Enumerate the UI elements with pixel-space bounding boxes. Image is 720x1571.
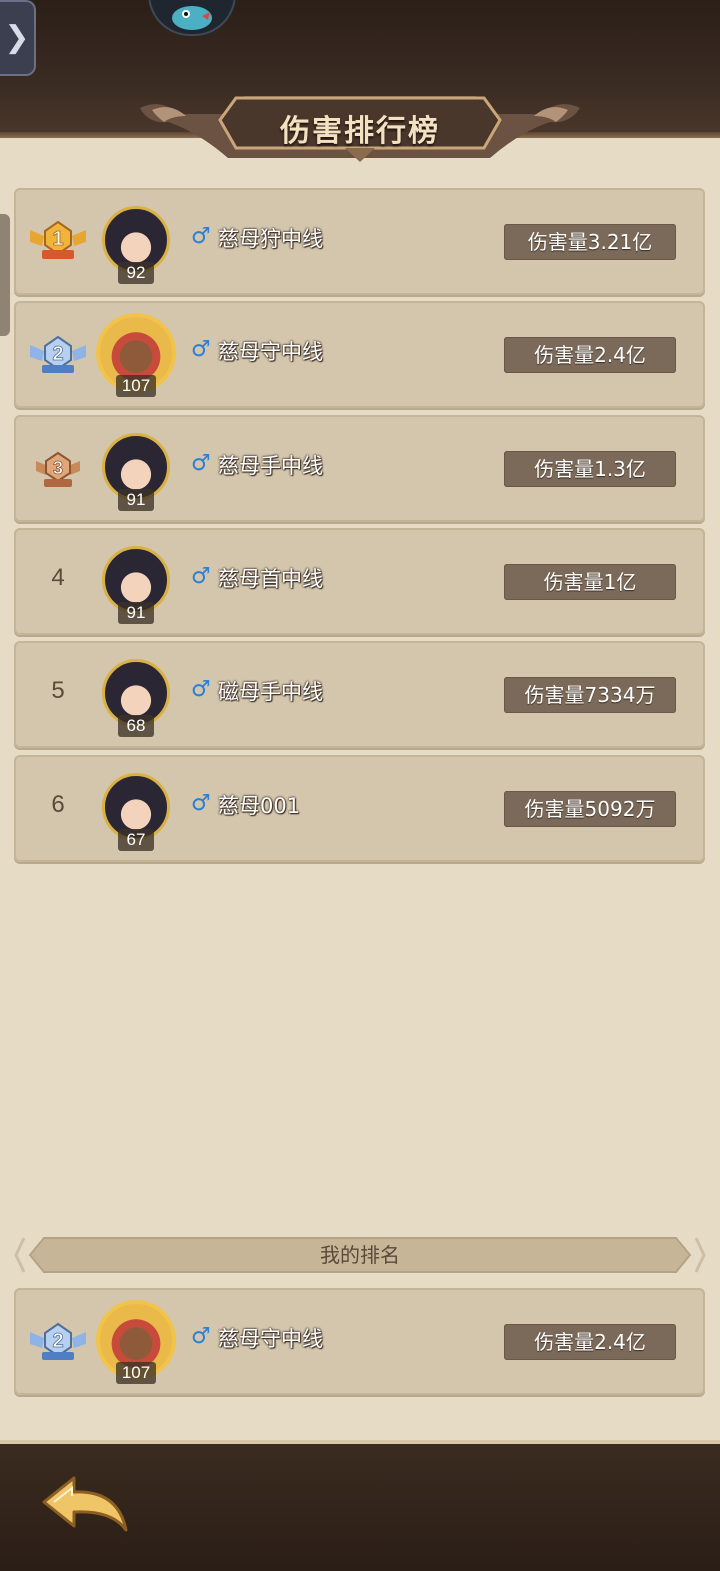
ranking-row[interactable]: 2 107 ♂ 慈母守中线 伤害量2.4亿 [14, 301, 705, 408]
damage-value: 伤害量1亿 [504, 564, 676, 600]
rank-number: 1 [52, 228, 63, 250]
my-rank-header: 我的排名 [14, 1236, 706, 1274]
chevron-right-icon: ❯ [4, 20, 30, 55]
gold-medal-icon: 1 [30, 220, 86, 259]
player-level: 67 [118, 829, 154, 851]
title-banner: 伤害排行榜 [140, 88, 580, 166]
ranking-row[interactable]: 3 91 ♂ 慈母手中线 伤害量1.3亿 [14, 415, 705, 522]
back-arrow-icon [42, 1476, 128, 1532]
rank-number: 2 [52, 1330, 63, 1352]
damage-value: 伤害量5092万 [504, 791, 676, 827]
silver-medal-icon: 2 [30, 1322, 86, 1360]
page-title: 伤害排行榜 [280, 114, 440, 149]
my-rank-row[interactable]: 2 107 ♂ 慈母守中线 伤害量2.4亿 [14, 1288, 705, 1395]
male-icon: ♂ [191, 791, 211, 816]
back-button[interactable] [38, 1474, 130, 1536]
male-icon: ♂ [191, 451, 211, 476]
male-icon: ♂ [191, 337, 211, 362]
male-icon: ♂ [191, 1324, 211, 1349]
ranking-row[interactable]: 5 68 ♂ 磁母手中线 伤害量7334万 [14, 641, 705, 748]
damage-value: 伤害量2.4亿 [504, 1324, 676, 1360]
player-level: 91 [118, 489, 154, 511]
pet-avatar-icon[interactable] [148, 0, 236, 36]
damage-value: 伤害量2.4亿 [504, 337, 676, 373]
rank-number: 6 [51, 791, 65, 818]
male-icon: ♂ [191, 677, 211, 702]
silver-medal-icon: 2 [30, 335, 86, 373]
ranking-row[interactable]: 6 67 ♂ 慈母001 伤害量5092万 [14, 755, 705, 862]
player-name: 慈母首中线 [218, 567, 323, 591]
player-name: 磁母手中线 [218, 680, 323, 704]
player-name: 慈母狩中线 [218, 227, 323, 251]
damage-value: 伤害量3.21亿 [504, 224, 676, 260]
rank-number: 3 [53, 458, 63, 478]
player-name: 慈母001 [218, 794, 301, 818]
damage-value: 伤害量1.3亿 [504, 451, 676, 487]
player-name: 慈母守中线 [218, 340, 323, 364]
player-level: 92 [118, 262, 154, 284]
rank-number: 4 [51, 564, 65, 591]
male-icon: ♂ [191, 564, 211, 589]
damage-value: 伤害量7334万 [504, 677, 676, 713]
player-level: 107 [116, 1362, 156, 1384]
player-level: 91 [118, 602, 154, 624]
expand-side-button[interactable]: ❯ [0, 0, 36, 76]
ranking-row[interactable]: 1 92 ♂ 慈母狩中线 伤害量3.21亿 [14, 188, 705, 295]
player-level: 107 [116, 375, 156, 397]
side-tab-handle[interactable] [0, 214, 10, 336]
male-icon: ♂ [191, 224, 211, 249]
rank-number: 5 [51, 677, 65, 704]
player-name: 慈母守中线 [218, 1327, 323, 1351]
ranking-row[interactable]: 4 91 ♂ 慈母首中线 伤害量1亿 [14, 528, 705, 635]
bronze-medal-icon: 3 [36, 451, 80, 487]
my-rank-label: 我的排名 [320, 1243, 400, 1267]
rank-number: 2 [52, 343, 63, 365]
player-level: 68 [118, 715, 154, 737]
player-name: 慈母手中线 [218, 454, 323, 478]
